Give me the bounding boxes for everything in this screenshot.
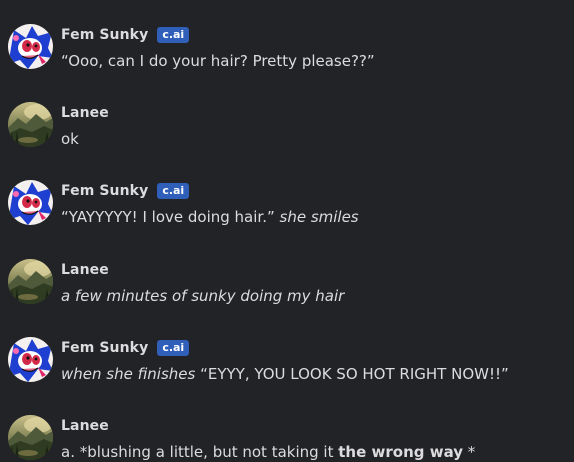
message-header: Fem Sunky c.ai	[61, 26, 190, 44]
message-text: “Ooo, can I do your hair? Pretty please?…	[61, 51, 375, 71]
message-text: when she finishes “EYYY, YOU LOOK SO HOT…	[61, 364, 509, 384]
message-header: Lanee	[61, 104, 109, 122]
message-text-segment: “YAYYYYY! I love doing hair.”	[61, 208, 275, 226]
chat-message: Fem Sunky c.ai “Ooo, can I do your hair? P…	[0, 24, 574, 70]
message-header: Lanee	[61, 417, 109, 435]
cai-badge: c.ai	[157, 183, 190, 199]
message-text-segment: ok	[61, 130, 79, 148]
author-name[interactable]: Fem Sunky	[61, 340, 148, 356]
cai-badge: c.ai	[157, 27, 190, 43]
message-text-segment: *	[463, 443, 476, 461]
author-name[interactable]: Fem Sunky	[61, 27, 148, 43]
sonic-character-avatar[interactable]	[8, 24, 53, 69]
message-header: Lanee	[61, 261, 109, 279]
message-text-segment: “EYYY, YOU LOOK SO HOT RIGHT NOW!!”	[195, 365, 509, 383]
sonic-character-avatar[interactable]	[8, 337, 53, 382]
message-text: a few minutes of sunky doing my hair	[61, 286, 344, 306]
message-text-segment: when she finishes	[61, 365, 196, 383]
message-text-segment: the wrong way	[338, 443, 464, 461]
message-text-segment: she smiles	[274, 208, 359, 226]
message-text-segment: a. *blushing a little, but not taking it	[61, 443, 339, 461]
chat-message: Lanee a few minutes of sunky doing my hai…	[0, 259, 574, 305]
author-name[interactable]: Fem Sunky	[61, 183, 148, 199]
chat-message: Fem Sunky c.ai when she finishes “EYYY, YO…	[0, 337, 574, 383]
cai-badge: c.ai	[157, 340, 190, 356]
chat-message: Lanee a. *blushing a little, but not taki…	[0, 415, 574, 461]
message-header: Fem Sunky c.ai	[61, 182, 190, 200]
message-text: a. *blushing a little, but not taking it…	[61, 442, 475, 462]
message-header: Fem Sunky c.ai	[61, 339, 190, 357]
landscape-avatar[interactable]	[8, 415, 53, 460]
message-text-segment: a few minutes of sunky doing my hair	[61, 287, 345, 305]
landscape-avatar[interactable]	[8, 102, 53, 147]
landscape-avatar[interactable]	[8, 259, 53, 304]
message-text-segment: “Ooo, can I do your hair? Pretty please?…	[61, 52, 375, 70]
chat-message: Lanee ok	[0, 102, 574, 148]
author-name[interactable]: Lanee	[61, 418, 109, 434]
author-name[interactable]: Lanee	[61, 105, 109, 121]
sonic-character-avatar[interactable]	[8, 180, 53, 225]
message-text: “YAYYYYY! I love doing hair.” she smiles	[61, 207, 359, 227]
chat-message: Fem Sunky c.ai “YAYYYYY! I love doing hair…	[0, 180, 574, 226]
author-name[interactable]: Lanee	[61, 262, 109, 278]
message-text: ok	[61, 129, 79, 149]
